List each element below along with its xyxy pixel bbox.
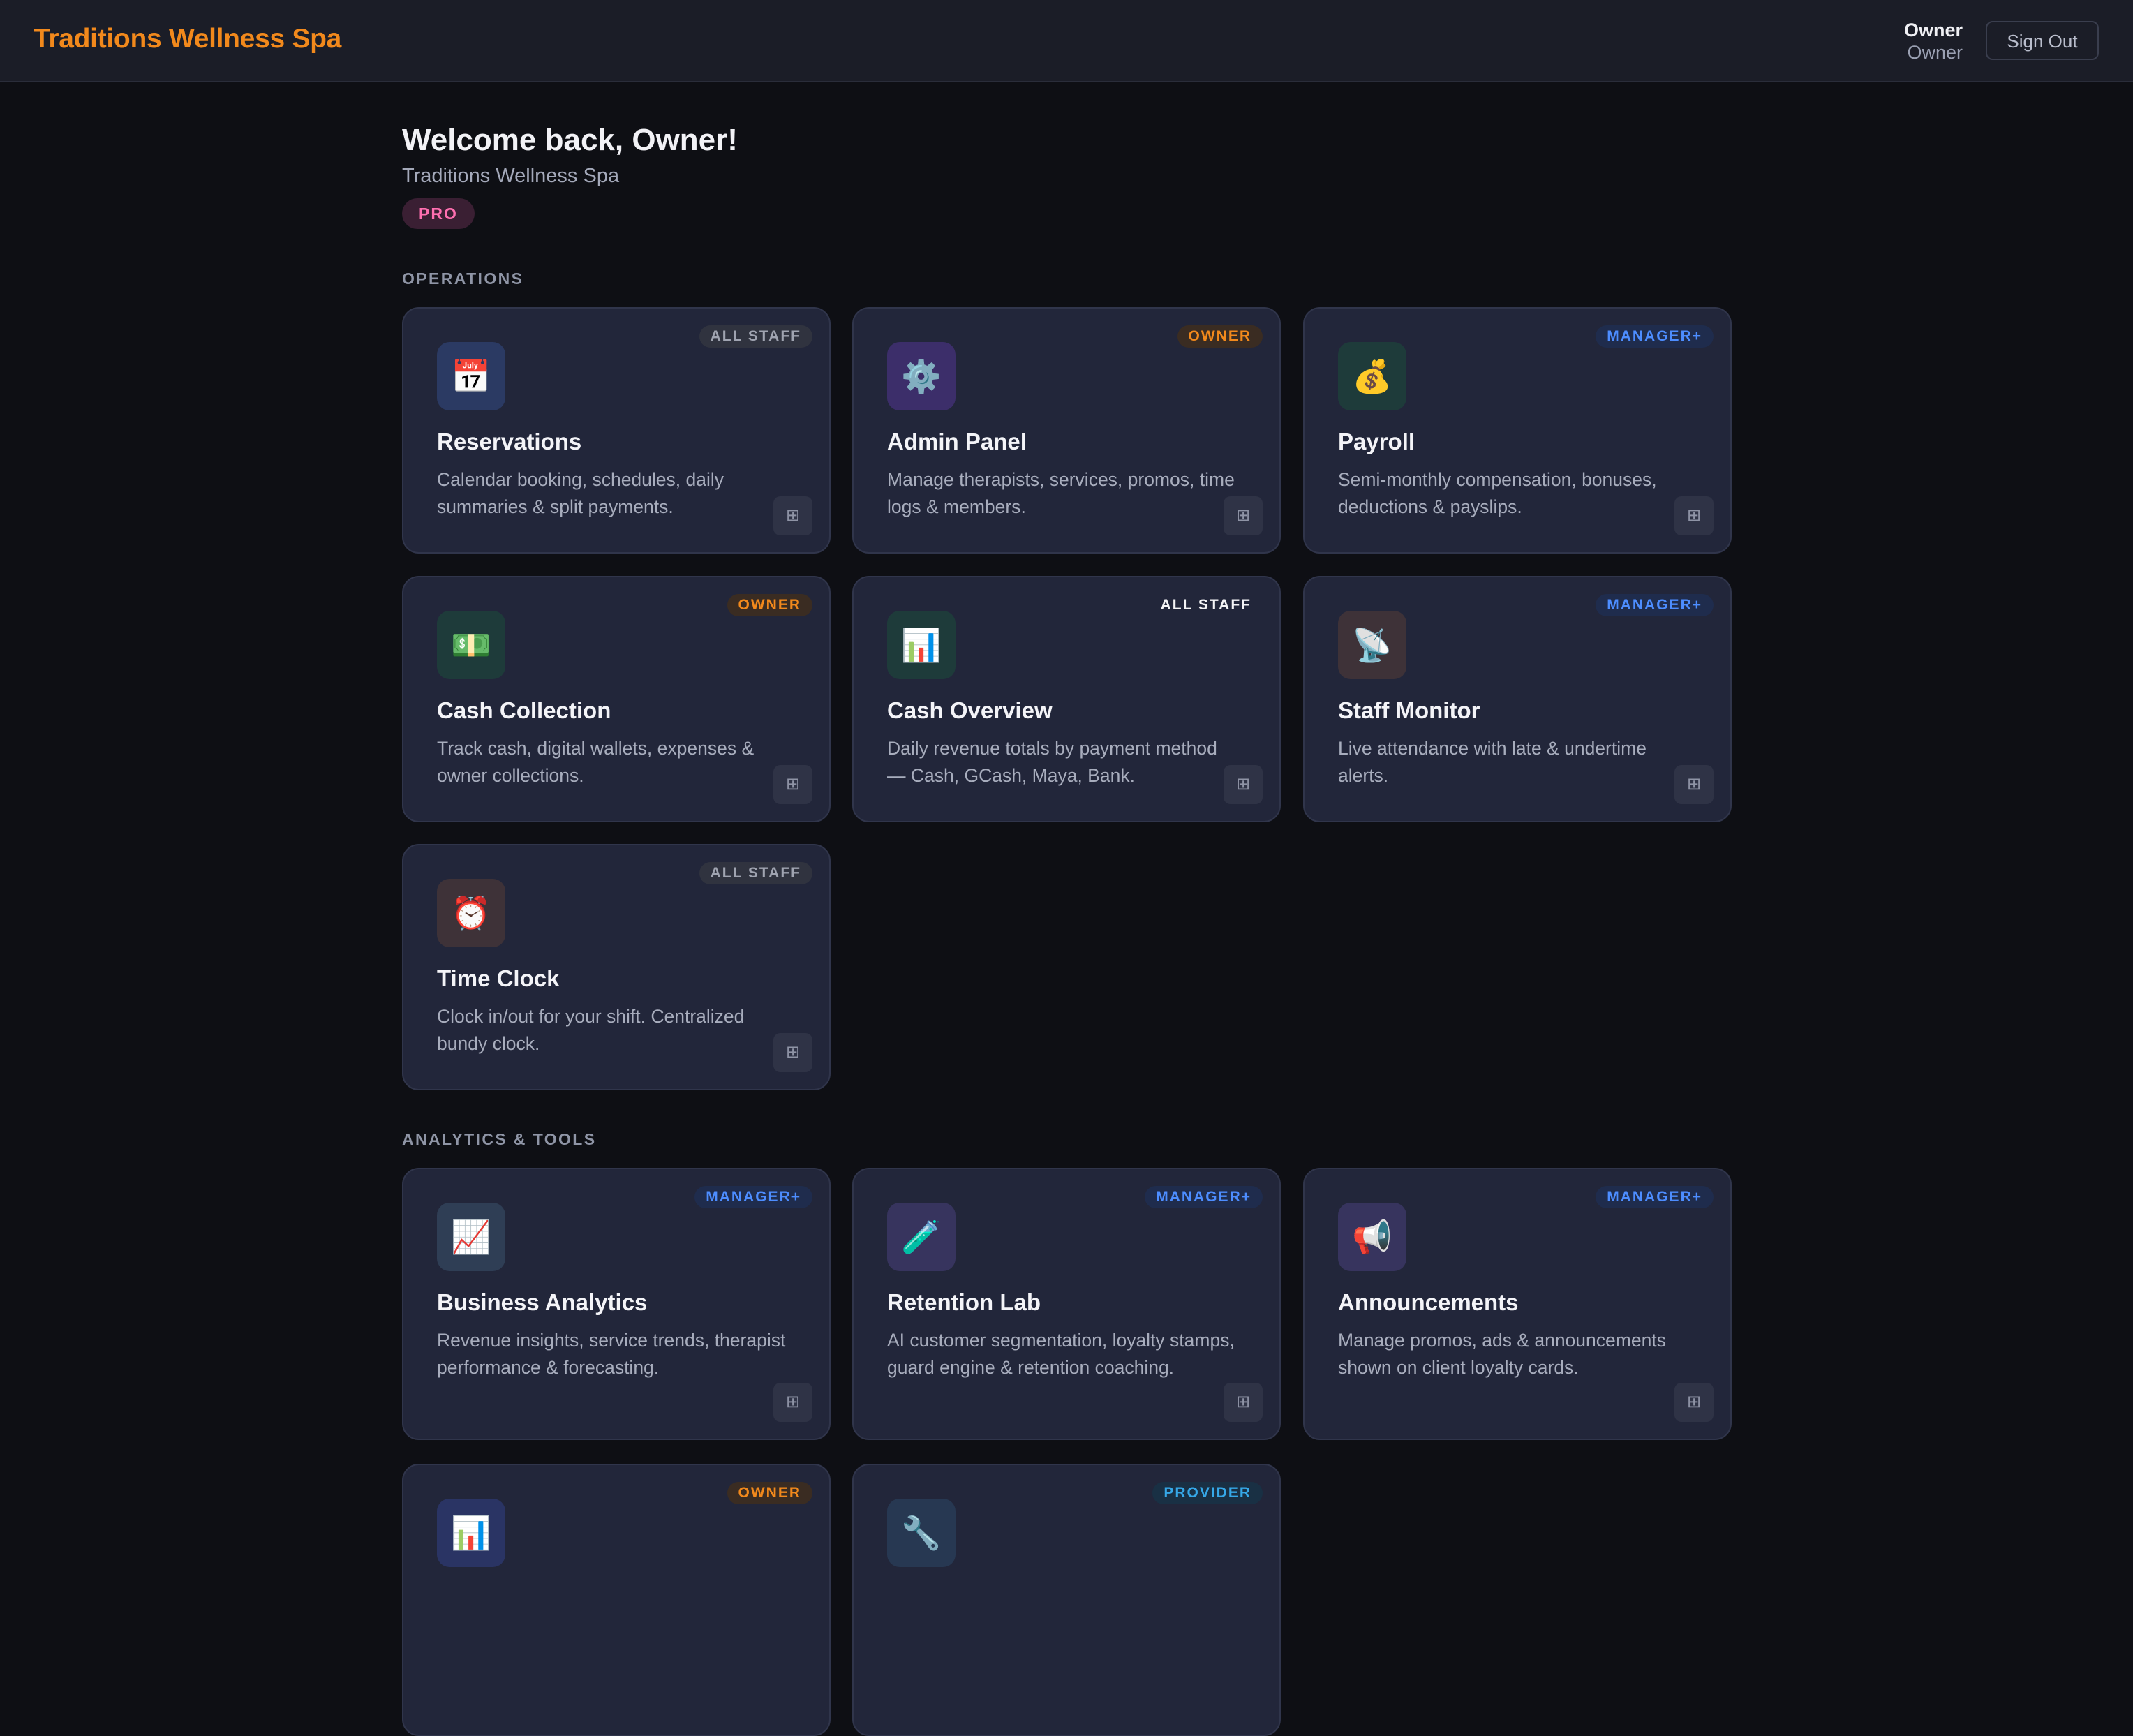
brand-logo[interactable]: Traditions Wellness Spa [34, 24, 341, 54]
grid-icon[interactable]: ⊞ [773, 1383, 812, 1422]
card-time-clock[interactable]: ⏰ ALL STAFF Time Clock Clock in/out for … [402, 844, 831, 1090]
card-reservations[interactable]: 📅 ALL STAFF Reservations Calendar bookin… [402, 307, 831, 554]
section-label-analytics: ANALYTICS & TOOLS [402, 1130, 597, 1148]
role-badge: MANAGER+ [694, 1186, 812, 1208]
grid-icon[interactable]: ⊞ [1674, 1383, 1714, 1422]
plan-badge: PRO [402, 198, 475, 229]
grid-icon[interactable]: ⊞ [1224, 496, 1263, 535]
card-description: Manage therapists, services, promos, tim… [887, 469, 1235, 517]
card-title: Reservations [437, 429, 582, 454]
card-admin-panel[interactable]: ⚙️ OWNER Admin Panel Manage therapists, … [852, 307, 1281, 554]
gear-icon: ⚙️ [887, 342, 956, 410]
grid-icon[interactable]: ⊞ [1224, 765, 1263, 804]
user-name: Owner [1903, 20, 1963, 40]
bar-chart-icon: 📊 [437, 1499, 505, 1567]
calendar-icon: 📅 [437, 342, 505, 410]
bar-chart-icon: 📊 [887, 611, 956, 679]
card-cash-overview[interactable]: 📊 ALL STAFF Cash Overview Daily revenue … [852, 576, 1281, 822]
card-retention-lab[interactable]: 🧪 MANAGER+ Retention Lab AI customer seg… [852, 1168, 1281, 1440]
role-badge: MANAGER+ [1596, 1186, 1714, 1208]
card-description: Revenue insights, service trends, therap… [437, 1330, 786, 1378]
trend-chart-icon: 📈 [437, 1203, 505, 1271]
card-owner-report[interactable]: 📊 OWNER [402, 1464, 831, 1736]
wrench-icon: 🔧 [887, 1499, 956, 1567]
grid-icon[interactable]: ⊞ [773, 765, 812, 804]
card-description: Track cash, digital wallets, expenses & … [437, 738, 755, 786]
card-title: Cash Overview [887, 697, 1053, 723]
grid-icon[interactable]: ⊞ [773, 496, 812, 535]
card-description: Manage promos, ads & announcements shown… [1338, 1330, 1666, 1378]
user-role: Owner [1907, 42, 1963, 63]
money-bag-icon: 💰 [1338, 342, 1406, 410]
grid-icon[interactable]: ⊞ [1674, 496, 1714, 535]
grid-icon[interactable]: ⊞ [1224, 1383, 1263, 1422]
role-badge: OWNER [727, 1482, 812, 1504]
role-badge: MANAGER+ [1596, 325, 1714, 348]
card-title: Payroll [1338, 429, 1415, 454]
card-title: Cash Collection [437, 697, 611, 723]
satellite-dish-icon: 📡 [1338, 611, 1406, 679]
card-description: Live attendance with late & undertime al… [1338, 738, 1647, 786]
card-description: Calendar booking, schedules, daily summa… [437, 469, 724, 517]
card-provider-tool[interactable]: 🔧 PROVIDER [852, 1464, 1281, 1736]
role-badge: ALL STAFF [1160, 597, 1251, 613]
card-cash-collection[interactable]: 💵 OWNER Cash Collection Track cash, digi… [402, 576, 831, 822]
grid-icon[interactable]: ⊞ [1674, 765, 1714, 804]
card-title: Retention Lab [887, 1289, 1041, 1315]
alarm-clock-icon: ⏰ [437, 879, 505, 947]
grid-icon[interactable]: ⊞ [773, 1033, 812, 1072]
card-title: Staff Monitor [1338, 697, 1480, 723]
role-badge: ALL STAFF [699, 862, 812, 884]
card-description: Clock in/out for your shift. Centralized… [437, 1006, 745, 1054]
card-staff-monitor[interactable]: 📡 MANAGER+ Staff Monitor Live attendance… [1303, 576, 1732, 822]
card-description: AI customer segmentation, loyalty stamps… [887, 1330, 1235, 1378]
card-title: Business Analytics [437, 1289, 648, 1315]
sign-out-button[interactable]: Sign Out [1986, 21, 2099, 60]
card-business-analytics[interactable]: 📈 MANAGER+ Business Analytics Revenue in… [402, 1168, 831, 1440]
card-payroll[interactable]: 💰 MANAGER+ Payroll Semi-monthly compensa… [1303, 307, 1732, 554]
card-title: Time Clock [437, 965, 560, 991]
page-title: Welcome back, Owner! [402, 123, 738, 157]
role-badge: MANAGER+ [1596, 594, 1714, 616]
top-bar: Traditions Wellness Spa Owner Owner Sign… [0, 0, 2133, 82]
test-tube-icon: 🧪 [887, 1203, 956, 1271]
card-title: Announcements [1338, 1289, 1519, 1315]
card-title: Admin Panel [887, 429, 1027, 454]
banknote-icon: 💵 [437, 611, 505, 679]
card-description: Daily revenue totals by payment method —… [887, 738, 1217, 786]
role-badge: ALL STAFF [699, 325, 812, 348]
card-announcements[interactable]: 📢 MANAGER+ Announcements Manage promos, … [1303, 1168, 1732, 1440]
user-info: Owner Owner [1904, 18, 1963, 63]
role-badge: MANAGER+ [1145, 1186, 1263, 1208]
role-badge: PROVIDER [1152, 1482, 1263, 1504]
role-badge: OWNER [1177, 325, 1263, 348]
section-label-operations: OPERATIONS [402, 269, 524, 288]
spa-name: Traditions Wellness Spa [402, 165, 620, 187]
megaphone-icon: 📢 [1338, 1203, 1406, 1271]
card-description: Semi-monthly compensation, bonuses, dedu… [1338, 469, 1657, 517]
role-badge: OWNER [727, 594, 812, 616]
